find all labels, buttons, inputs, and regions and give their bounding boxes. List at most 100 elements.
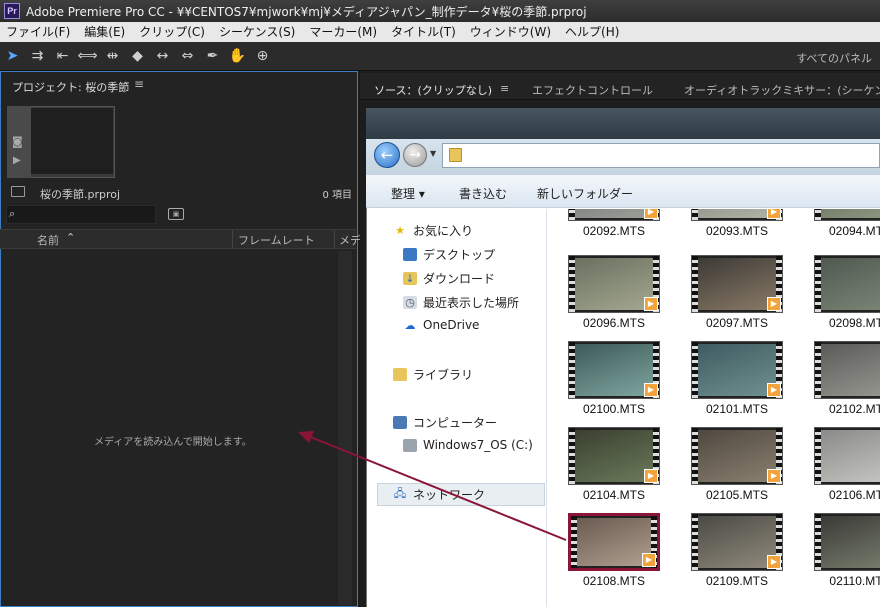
menu-window[interactable]: ウィンドウ(W)	[464, 22, 559, 42]
selection-tool-icon[interactable]: ➤	[0, 45, 25, 67]
nav-desktop[interactable]: デスクトップ	[403, 246, 495, 263]
file-item[interactable]: ▶ 02110.MTS	[814, 513, 880, 595]
video-badge-icon: ▶	[644, 383, 658, 397]
rate-stretch-icon[interactable]: ⇹	[100, 45, 125, 67]
project-search-input[interactable]	[6, 205, 156, 224]
menu-sequence[interactable]: シーケンス(S)	[213, 22, 303, 42]
nav-onedrive[interactable]: ☁ OneDrive	[403, 318, 480, 332]
file-name: 02101.MTS	[705, 402, 769, 416]
burn-button[interactable]: 書き込む	[459, 185, 507, 202]
nav-computer[interactable]: コンピューター	[393, 414, 497, 431]
file-name: 02094.MTS	[828, 224, 880, 238]
menu-file[interactable]: ファイル(F)	[0, 22, 78, 42]
file-item[interactable]: ▶ 02102.MTS	[814, 341, 880, 423]
file-item[interactable]: ▶ 02097.MTS	[691, 255, 801, 337]
nav-libraries[interactable]: ライブラリ	[393, 366, 473, 383]
video-thumbnail[interactable]: ▶	[568, 341, 660, 399]
new-bin-icon[interactable]: ▣	[168, 208, 184, 220]
video-badge-icon: ▶	[767, 383, 781, 397]
track-select-icon[interactable]: ⇉	[25, 45, 50, 67]
sort-ascending-icon[interactable]: ⌃	[66, 231, 75, 244]
tab-effect-controls[interactable]: エフェクトコントロール	[532, 82, 653, 98]
video-thumbnail[interactable]: ▶	[814, 513, 880, 571]
hand-icon[interactable]: ✋	[225, 45, 250, 67]
file-name: 02110.MTS	[829, 574, 880, 588]
file-item[interactable]: ▶ 02106.MTS	[814, 427, 880, 509]
column-divider[interactable]	[232, 230, 233, 248]
thumbnail-image	[575, 430, 653, 482]
video-thumbnail[interactable]: ▶	[568, 427, 660, 485]
file-item[interactable]: ▶ 02098.MTS	[814, 255, 880, 337]
menu-title[interactable]: タイトル(T)	[385, 22, 464, 42]
file-item[interactable]: ▶ 02109.MTS	[691, 513, 801, 595]
nav-computer-label: コンピューター	[413, 416, 498, 430]
download-icon: ↓	[403, 272, 417, 285]
file-item[interactable]: ▶ 02104.MTS	[568, 427, 678, 509]
nav-drive[interactable]: Windows7_OS (C:)	[403, 438, 533, 452]
tab-source[interactable]: ソース：(クリップなし)	[374, 82, 492, 98]
slip-icon[interactable]: ↔	[150, 45, 175, 67]
thumbnail-image	[575, 344, 653, 396]
menu-clip[interactable]: クリップ(C)	[133, 22, 213, 42]
menu-marker[interactable]: マーカー(M)	[303, 22, 385, 42]
workspace-label[interactable]: すべてのパネル	[796, 50, 872, 66]
nav-favorites[interactable]: ★ お気に入り	[393, 222, 473, 239]
menu-help[interactable]: ヘルプ(H)	[559, 22, 627, 42]
file-item[interactable]: ▶ 02101.MTS	[691, 341, 801, 423]
ripple-edit-icon[interactable]: ⇤	[50, 45, 75, 67]
video-thumbnail[interactable]: ▶	[691, 255, 783, 313]
zoom-icon[interactable]: ⊕	[250, 45, 275, 67]
file-item[interactable]: ▶ 02105.MTS	[691, 427, 801, 509]
nav-network[interactable]: 🖧 ネットワーク	[393, 486, 485, 503]
video-thumbnail[interactable]: ▶	[691, 427, 783, 485]
nav-downloads-label: ダウンロード	[423, 272, 496, 286]
nav-libraries-label: ライブラリ	[413, 368, 474, 382]
file-item[interactable]: ▶ 02108.MTS	[568, 513, 678, 595]
address-field[interactable]	[442, 143, 880, 168]
pen-icon[interactable]: ✒	[200, 45, 225, 67]
bin-icon	[11, 186, 25, 197]
rolling-edit-icon[interactable]: ⟺	[75, 45, 100, 67]
video-badge-icon: ▶	[767, 555, 781, 569]
camera-icon[interactable]: ◙	[12, 135, 23, 148]
source-tabs: ソース：(クリップなし) ≡ エフェクトコントロール オーディオトラックミキサー…	[360, 73, 880, 100]
project-tab[interactable]: プロジェクト: 桜の季節	[12, 79, 129, 95]
recent-places-icon: ◷	[403, 296, 417, 309]
new-folder-button[interactable]: 新しいフォルダー	[537, 185, 633, 202]
file-item[interactable]: ▶ 02100.MTS	[568, 341, 678, 423]
tab-audio-track-mixer[interactable]: オーディオトラックミキサー：(シーケンス	[684, 82, 880, 98]
video-thumbnail[interactable]: ▶	[568, 513, 660, 571]
thumbnail-image	[821, 344, 880, 396]
back-button[interactable]: ←	[374, 142, 400, 168]
column-divider[interactable]	[334, 230, 335, 248]
window-title: Adobe Premiere Pro CC - ¥¥CENTOS7¥mjwork…	[26, 4, 587, 19]
project-panel-menu-icon[interactable]: ≡	[134, 77, 144, 91]
video-thumbnail[interactable]: ▶	[814, 427, 880, 485]
file-item[interactable]: ▶ 02096.MTS	[568, 255, 678, 337]
column-frame-rate[interactable]: フレームレート	[238, 232, 315, 248]
organize-button[interactable]: 整理 ▾	[391, 185, 425, 202]
nav-recent[interactable]: ◷ 最近表示した場所	[403, 294, 519, 311]
column-media[interactable]: メデ	[339, 232, 361, 248]
slide-icon[interactable]: ⇔	[175, 45, 200, 67]
column-name[interactable]: 名前	[37, 232, 59, 248]
video-thumbnail[interactable]: ▶	[814, 255, 880, 313]
razor-icon[interactable]: ◆	[125, 45, 150, 67]
project-scrollbar[interactable]	[338, 251, 352, 605]
play-icon[interactable]: ▶	[13, 155, 21, 166]
history-dropdown-icon[interactable]: ▼	[430, 149, 436, 158]
menu-bar: ファイル(F) 編集(E) クリップ(C) シーケンス(S) マーカー(M) タ…	[0, 22, 880, 42]
video-badge-icon: ▶	[767, 297, 781, 311]
forward-button[interactable]: →	[403, 143, 427, 167]
video-thumbnail[interactable]: ▶	[691, 341, 783, 399]
computer-icon	[393, 416, 407, 429]
desktop-icon	[403, 248, 417, 261]
menu-edit[interactable]: 編集(E)	[78, 22, 133, 42]
nav-downloads[interactable]: ↓ ダウンロード	[403, 270, 495, 287]
video-thumbnail[interactable]: ▶	[691, 513, 783, 571]
explorer-titlebar[interactable]	[366, 108, 880, 139]
video-thumbnail[interactable]: ▶	[814, 341, 880, 399]
file-name: 02102.MTS	[828, 402, 880, 416]
video-thumbnail[interactable]: ▶	[568, 255, 660, 313]
source-panel-menu-icon[interactable]: ≡	[500, 82, 509, 95]
